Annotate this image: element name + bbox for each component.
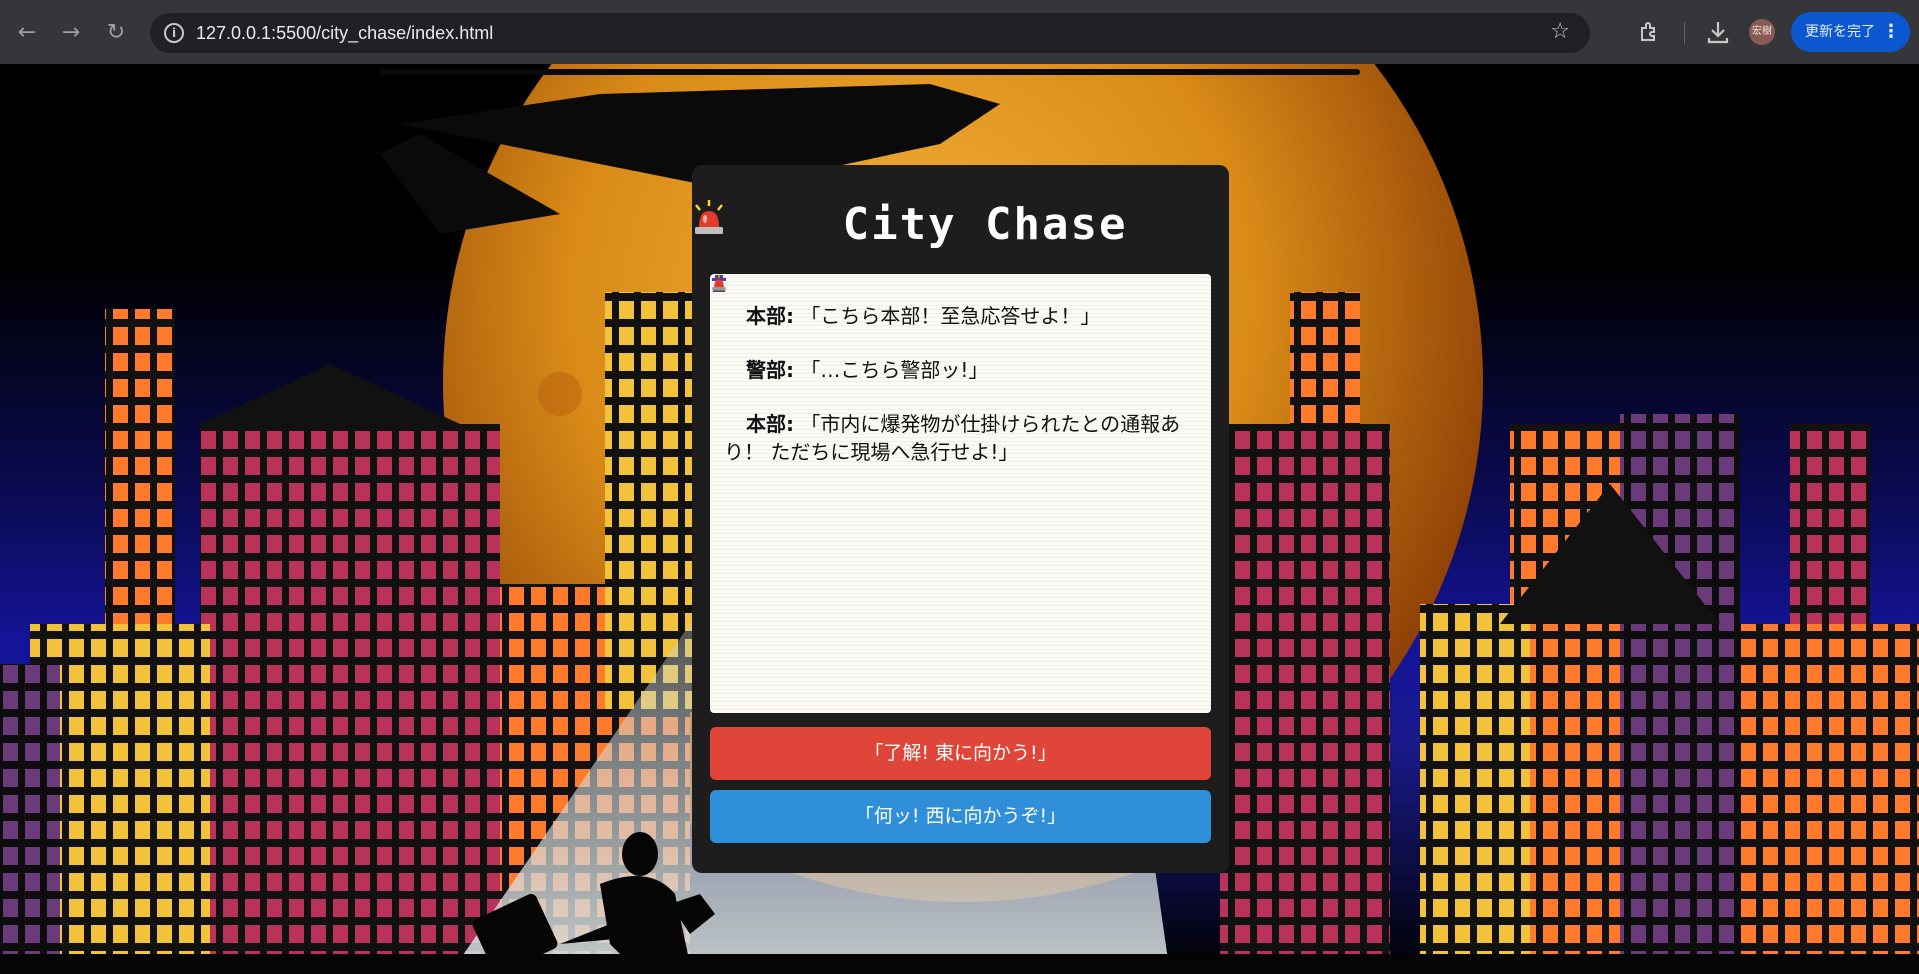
back-arrow-icon: ← bbox=[17, 20, 37, 45]
right-cityscape bbox=[1220, 292, 1919, 974]
bookmark-star-icon[interactable]: ☆ bbox=[1550, 19, 1570, 44]
message-speaker: 本部: bbox=[746, 412, 794, 436]
siren-icon bbox=[712, 274, 742, 433]
game-panel: City Chase 本部: 「こちら本部！至急応答せよ！」 警部: 「…こちら… bbox=[692, 165, 1229, 873]
choice-west-button[interactable]: 「何ッ! 西に向かうぞ!」 bbox=[710, 790, 1211, 843]
dialogue-message: 本部: 「こちら本部！至急応答せよ！」 bbox=[712, 274, 1197, 330]
city-night-scene: City Chase 本部: 「こちら本部！至急応答せよ！」 警部: 「…こちら… bbox=[0, 64, 1919, 974]
url-text[interactable]: 127.0.0.1:5500/city_chase/index.html bbox=[196, 23, 493, 44]
forward-button[interactable]: → bbox=[56, 18, 86, 48]
update-button-label: 更新を完了 bbox=[1805, 24, 1875, 40]
choice-east-button[interactable]: 「了解! 東に向かう!」 bbox=[710, 727, 1211, 780]
siren-icon bbox=[712, 274, 742, 325]
dialogue-message: 警部: 「…こちら警部ッ!」 bbox=[712, 275, 1197, 384]
siren-icon bbox=[695, 200, 828, 244]
reload-icon: ↻ bbox=[106, 20, 126, 45]
extensions-icon[interactable] bbox=[1637, 20, 1661, 44]
game-title: City Chase bbox=[692, 199, 1229, 250]
message-speaker: 警部: bbox=[746, 358, 794, 382]
profile-avatar[interactable]: 宏樹 bbox=[1749, 19, 1775, 45]
dialogue-log: 本部: 「こちら本部！至急応答せよ！」 警部: 「…こちら警部ッ!」 本部: 「… bbox=[710, 274, 1211, 713]
browser-toolbar: ← → ↻ i 127.0.0.1:5500/city_chase/index.… bbox=[0, 0, 1919, 64]
address-bar[interactable]: i 127.0.0.1:5500/city_chase/index.html ☆ bbox=[150, 13, 1590, 53]
site-info-icon[interactable]: i bbox=[164, 23, 184, 43]
forward-arrow-icon: → bbox=[61, 20, 81, 45]
message-text: 「…こちら警部ッ!」 bbox=[800, 358, 989, 382]
back-button[interactable]: ← bbox=[12, 18, 42, 48]
reload-button[interactable]: ↻ bbox=[101, 18, 131, 48]
dialogue-message: 本部: 「市内に爆発物が仕掛けられたとの通報あり！ ただちに現場へ急行せよ!」 bbox=[712, 274, 1197, 466]
detective-icon bbox=[712, 275, 742, 379]
toolbar-divider bbox=[1684, 22, 1685, 44]
more-menu-icon[interactable]: ⋮ bbox=[1882, 12, 1900, 52]
message-text: 「こちら本部！至急応答せよ！」 bbox=[800, 304, 1101, 328]
game-title-text: City Chase bbox=[842, 199, 1128, 250]
message-speaker: 本部: bbox=[746, 304, 794, 328]
update-button[interactable]: 更新を完了 ⋮ bbox=[1791, 12, 1910, 52]
download-icon[interactable] bbox=[1705, 18, 1731, 46]
